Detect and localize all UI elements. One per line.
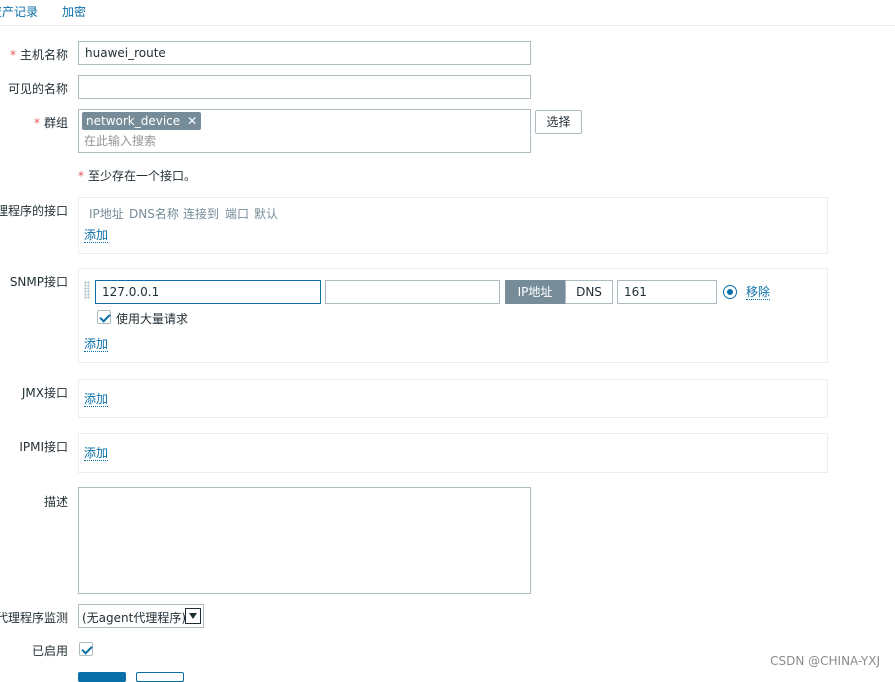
column-connect: 连接到 bbox=[183, 207, 220, 221]
proxy-selected-value: (无agent代理程序) bbox=[82, 611, 187, 625]
groups-label: * 群组 bbox=[34, 114, 68, 131]
ipmi-interfaces-box: 添加 bbox=[78, 433, 828, 473]
agent-interfaces-label: 代理程序的接口 bbox=[0, 204, 68, 218]
visible-name-input[interactable] bbox=[78, 75, 531, 99]
column-dns: DNS名称 bbox=[129, 207, 179, 221]
column-port: 端口 bbox=[225, 207, 250, 221]
snmp-interfaces-box: 127.0.0.1 IP地址 DNS 161 移除 使用大量请求 添加 bbox=[78, 268, 828, 363]
visible-name-label: 可见的名称 bbox=[7, 82, 68, 96]
host-name-label-text: 主机名称 bbox=[19, 48, 68, 62]
ipmi-interfaces-label: IPMI接口 bbox=[19, 440, 68, 454]
jmx-interfaces-box: 添加 bbox=[78, 379, 828, 418]
chip-remove-icon[interactable]: ✕ bbox=[187, 114, 197, 128]
interface-note-text: 至少存在一个接口。 bbox=[88, 169, 197, 183]
tab-encryption[interactable]: 加密 bbox=[62, 3, 86, 20]
bulk-requests-checkbox[interactable] bbox=[97, 310, 111, 324]
ipmi-add-link[interactable]: 添加 bbox=[84, 446, 109, 461]
required-mark: * bbox=[78, 169, 84, 183]
interface-required-note: * 至少存在一个接口。 bbox=[78, 167, 196, 184]
drag-handle-icon[interactable] bbox=[84, 281, 90, 299]
column-default: 默认 bbox=[254, 207, 279, 221]
description-textarea[interactable] bbox=[78, 487, 531, 594]
clone-button[interactable] bbox=[136, 672, 184, 682]
group-chip: network_device ✕ bbox=[82, 112, 202, 130]
jmx-interfaces-label: JMX接口 bbox=[21, 386, 68, 400]
group-chip-label: network_device bbox=[86, 114, 181, 128]
enabled-checkbox[interactable] bbox=[79, 642, 93, 656]
snmp-ip-input[interactable]: 127.0.0.1 bbox=[95, 280, 321, 304]
required-mark: * bbox=[9, 48, 16, 62]
tab-asset-record[interactable]: 资产记录 bbox=[0, 3, 38, 20]
proxy-select[interactable]: (无agent代理程序) bbox=[78, 604, 204, 628]
snmp-port-input[interactable]: 161 bbox=[617, 280, 717, 304]
snmp-remove-link[interactable]: 移除 bbox=[746, 285, 771, 300]
update-button[interactable] bbox=[78, 672, 126, 682]
default-radio[interactable] bbox=[723, 285, 737, 299]
host-name-label: * 主机名称 bbox=[10, 46, 68, 63]
proxy-label: 由代理程序监测 bbox=[0, 611, 68, 625]
connect-dns-toggle[interactable]: DNS bbox=[565, 280, 613, 304]
snmp-interfaces-label: SNMP接口 bbox=[9, 275, 68, 289]
groups-search-placeholder[interactable]: 在此输入搜索 bbox=[84, 132, 156, 150]
bulk-requests-label: 使用大量请求 bbox=[116, 312, 189, 326]
agent-add-link[interactable]: 添加 bbox=[84, 228, 109, 243]
description-label: 描述 bbox=[43, 495, 68, 509]
agent-interfaces-box: IP地址 DNS名称 连接到 端口 默认 添加 bbox=[78, 197, 828, 254]
snmp-add-link[interactable]: 添加 bbox=[84, 337, 109, 352]
groups-multiselect[interactable]: network_device ✕ 在此输入搜索 bbox=[78, 109, 531, 153]
enabled-label: 已启用 bbox=[31, 644, 68, 658]
watermark: CSDN @CHINA-YXJ bbox=[770, 654, 880, 668]
chevron-down-icon bbox=[185, 608, 201, 624]
host-name-input[interactable]: huawei_route bbox=[78, 41, 531, 65]
groups-label-text: 群组 bbox=[43, 116, 68, 130]
jmx-add-link[interactable]: 添加 bbox=[84, 392, 109, 407]
snmp-dns-input[interactable] bbox=[325, 280, 500, 304]
connect-ip-toggle[interactable]: IP地址 bbox=[505, 280, 565, 304]
tab-bar: 资产记录 加密 bbox=[0, 0, 895, 26]
required-mark: * bbox=[33, 116, 40, 130]
groups-select-button[interactable]: 选择 bbox=[535, 110, 582, 134]
column-ip: IP地址 bbox=[89, 207, 124, 221]
